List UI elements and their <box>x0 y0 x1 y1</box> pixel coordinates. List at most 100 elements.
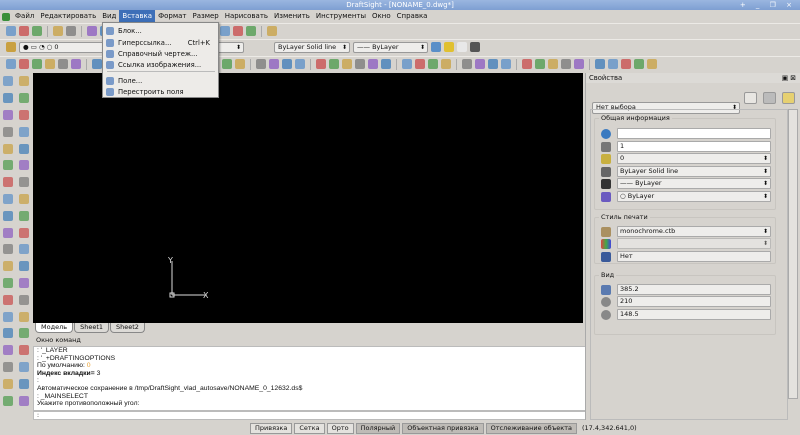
center-y-field[interactable]: 148.5 <box>617 309 771 320</box>
modify-tool-24-icon[interactable] <box>342 59 352 69</box>
draw-tool-12-icon[interactable] <box>3 177 13 188</box>
center-x-field[interactable]: 210 <box>617 296 771 307</box>
draw-tool-38-icon[interactable] <box>3 395 13 406</box>
modify-tool-1-icon[interactable] <box>19 59 29 69</box>
panel-close-icon[interactable]: ▣ ⊠ <box>782 73 796 83</box>
menu-1[interactable]: Редактировать <box>37 10 99 23</box>
standard-tool-15-icon[interactable] <box>233 26 243 36</box>
modify-tool-41-icon[interactable] <box>595 59 605 69</box>
menu-item-reference-drawing[interactable]: Справочный чертеж... <box>103 48 218 59</box>
layer-manager-icon[interactable] <box>6 42 16 52</box>
tab-sheet2[interactable]: Sheet2 <box>110 323 145 333</box>
draw-tool-26-icon[interactable] <box>3 294 13 305</box>
draw-tool-36-icon[interactable] <box>3 378 13 389</box>
modify-tool-27-icon[interactable] <box>381 59 391 69</box>
modify-tool-39-icon[interactable] <box>561 59 571 69</box>
draw-tool-8-icon[interactable] <box>3 143 13 154</box>
toggle-pickadd-button[interactable] <box>782 92 795 104</box>
standard-tool-17-icon[interactable] <box>267 26 277 36</box>
draw-tool-6-icon[interactable] <box>3 126 13 137</box>
draw-tool-9-icon[interactable] <box>19 143 29 154</box>
modify-tool-6-icon[interactable] <box>92 59 102 69</box>
menu-item-block[interactable]: Блок... <box>103 25 218 36</box>
draw-tool-22-icon[interactable] <box>3 261 13 272</box>
modify-tool-23-icon[interactable] <box>329 59 339 69</box>
standard-tool-4-icon[interactable] <box>66 26 76 36</box>
modify-tool-45-icon[interactable] <box>647 59 657 69</box>
status-toggle-5[interactable]: Отслеживание объекта <box>485 422 577 434</box>
modify-tool-40-icon[interactable] <box>574 59 584 69</box>
modify-tool-32-icon[interactable] <box>462 59 472 69</box>
modify-tool-22-icon[interactable] <box>316 59 326 69</box>
menu-item-image-reference[interactable]: Ссылка изображения... <box>103 59 218 70</box>
modify-tool-17-icon[interactable] <box>235 59 245 69</box>
scrollbar[interactable] <box>788 109 798 399</box>
document-icon[interactable] <box>457 42 467 52</box>
modify-tool-29-icon[interactable] <box>415 59 425 69</box>
draw-tool-23-icon[interactable] <box>19 261 29 272</box>
modify-tool-16-icon[interactable] <box>222 59 232 69</box>
modify-tool-35-icon[interactable] <box>501 59 511 69</box>
status-toggle-3[interactable]: Полярный <box>355 422 401 434</box>
modify-tool-18-icon[interactable] <box>256 59 266 69</box>
draw-tool-31-icon[interactable] <box>19 328 29 339</box>
draw-tool-3-icon[interactable] <box>19 93 29 104</box>
menu-7[interactable]: Изменить <box>271 10 313 23</box>
lineweight-select[interactable]: —— ByLayer <box>353 41 428 53</box>
modify-tool-25-icon[interactable] <box>355 59 365 69</box>
draw-tool-27-icon[interactable] <box>19 294 29 305</box>
standard-tool-14-icon[interactable] <box>220 26 230 36</box>
modify-tool-0-icon[interactable] <box>6 59 16 69</box>
draw-tool-19-icon[interactable] <box>19 227 29 238</box>
status-toggle-1[interactable]: Сетка <box>294 422 325 434</box>
modify-tool-33-icon[interactable] <box>475 59 485 69</box>
modify-tool-20-icon[interactable] <box>282 59 292 69</box>
menu-6[interactable]: Нарисовать <box>222 10 271 23</box>
draw-tool-25-icon[interactable] <box>19 277 29 288</box>
draw-tool-7-icon[interactable] <box>19 126 29 137</box>
draw-tool-32-icon[interactable] <box>3 345 13 356</box>
standard-tool-5-icon[interactable] <box>87 26 97 36</box>
draw-tool-18-icon[interactable] <box>3 227 13 238</box>
color-field[interactable] <box>617 128 771 139</box>
layer-state-icon[interactable] <box>431 42 441 52</box>
menu-9[interactable]: Окно <box>369 10 394 23</box>
draw-tool-15-icon[interactable] <box>19 193 29 204</box>
draw-tool-4-icon[interactable] <box>3 109 13 120</box>
menu-item-rebuild-fields[interactable]: Перестроить поля <box>103 86 218 97</box>
tab-model[interactable]: Модель <box>35 323 74 333</box>
modify-tool-19-icon[interactable] <box>269 59 279 69</box>
draw-tool-5-icon[interactable] <box>19 109 29 120</box>
draw-tool-24-icon[interactable] <box>3 277 13 288</box>
standard-tool-0-icon[interactable] <box>6 26 16 36</box>
modify-tool-5-icon[interactable] <box>71 59 81 69</box>
lineweight-field[interactable]: —— ByLayer <box>617 178 771 189</box>
draw-tool-1-icon[interactable] <box>19 76 29 87</box>
linestyle-field[interactable]: ByLayer Solid line <box>617 166 771 177</box>
modify-tool-26-icon[interactable] <box>368 59 378 69</box>
modify-tool-34-icon[interactable] <box>488 59 498 69</box>
menu-10[interactable]: Справка <box>394 10 431 23</box>
draw-tool-10-icon[interactable] <box>3 160 13 171</box>
linescale-field[interactable]: 1 <box>617 141 771 152</box>
draw-tool-35-icon[interactable] <box>19 361 29 372</box>
modify-tool-42-icon[interactable] <box>608 59 618 69</box>
draw-tool-29-icon[interactable] <box>19 311 29 322</box>
modify-tool-28-icon[interactable] <box>402 59 412 69</box>
layer-freeze-icon[interactable] <box>444 42 454 52</box>
select-objects-button[interactable] <box>744 92 757 104</box>
layer-field[interactable]: 0 <box>617 153 771 164</box>
menu-item-field[interactable]: Поле... <box>103 75 218 86</box>
draw-tool-39-icon[interactable] <box>19 395 29 406</box>
modify-tool-36-icon[interactable] <box>522 59 532 69</box>
modify-tool-4-icon[interactable] <box>58 59 68 69</box>
draw-tool-11-icon[interactable] <box>19 160 29 171</box>
standard-tool-16-icon[interactable] <box>246 26 256 36</box>
draw-tool-30-icon[interactable] <box>3 328 13 339</box>
draw-tool-34-icon[interactable] <box>3 361 13 372</box>
draw-tool-20-icon[interactable] <box>3 244 13 255</box>
modify-tool-2-icon[interactable] <box>32 59 42 69</box>
view-height-field[interactable]: 385.2 <box>617 284 771 295</box>
draw-tool-17-icon[interactable] <box>19 210 29 221</box>
modify-tool-43-icon[interactable] <box>621 59 631 69</box>
